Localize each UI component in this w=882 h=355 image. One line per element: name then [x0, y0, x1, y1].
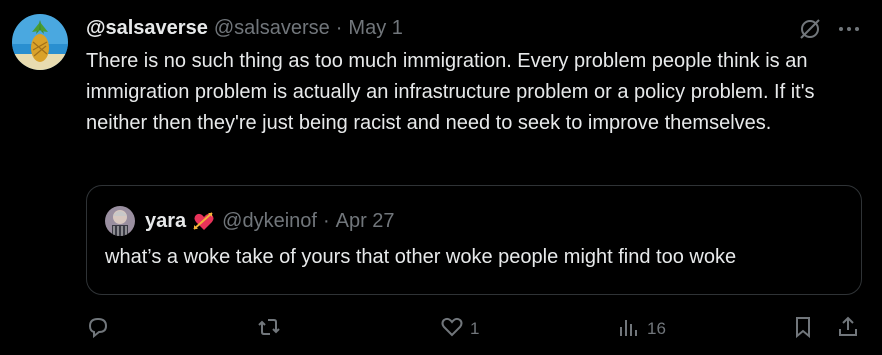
avatar[interactable] [12, 14, 68, 70]
views-button[interactable]: 16 [617, 315, 666, 343]
quoted-text: what’s a woke take of yours that other w… [105, 246, 737, 268]
quoted-header: yara @dykeinof · Apr 27 [145, 208, 395, 234]
tweet-date[interactable]: May 1 [348, 17, 402, 40]
reply-icon [86, 315, 110, 344]
reply-button[interactable] [86, 315, 116, 343]
bookmark-icon [791, 315, 815, 344]
bookmark-button[interactable] [791, 315, 815, 343]
quoted-date[interactable]: Apr 27 [336, 210, 395, 233]
quoted-avatar[interactable] [105, 206, 135, 236]
heart-with-arrow-emoji-icon [192, 209, 216, 233]
retweet-button[interactable] [257, 315, 287, 343]
like-icon [440, 315, 464, 344]
share-icon [836, 315, 860, 344]
more-icon[interactable] [836, 18, 862, 40]
views-count: 16 [647, 319, 666, 338]
separator-dot: · [322, 209, 330, 232]
quoted-tweet[interactable]: yara @dykeinof · Apr 27 what’s a woke ta… [86, 185, 862, 295]
like-button[interactable]: 1 [440, 315, 479, 343]
quoted-handle[interactable]: @dykeinof [222, 210, 317, 233]
retweet-icon [257, 315, 281, 344]
tweet-text: There is no such thing as too much immig… [86, 50, 815, 134]
share-button[interactable] [836, 315, 860, 343]
quoted-display-name[interactable]: yara [145, 210, 186, 233]
separator-dot: · [335, 16, 343, 39]
views-icon [617, 315, 641, 344]
like-count: 1 [470, 319, 480, 338]
display-name[interactable]: @salsaverse [86, 17, 208, 40]
tweet-header: @salsaverse @salsaverse · May 1 [86, 14, 403, 42]
grok-icon[interactable] [797, 16, 823, 42]
user-handle[interactable]: @salsaverse [214, 17, 330, 40]
